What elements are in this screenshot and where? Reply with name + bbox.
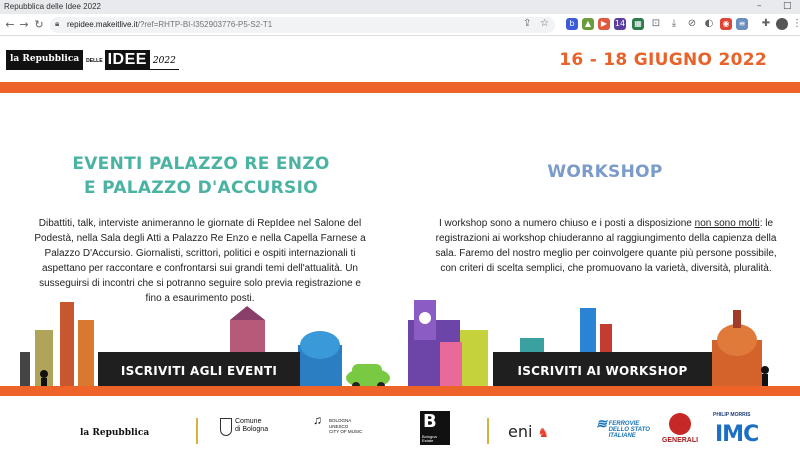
workshop-title: WORKSHOP bbox=[547, 162, 663, 182]
music-note-icon: ♫ bbox=[313, 413, 322, 427]
address-bar[interactable]: 🔒︎ repidee.makeitlive.it/?ref=RHTP-BI-I3… bbox=[50, 17, 555, 33]
event-dates: 16 - 18 GIUGNO 2022 bbox=[559, 50, 767, 70]
extension-icon-8[interactable]: ◐ bbox=[703, 18, 715, 30]
extensions-puzzle-icon[interactable]: ✚ bbox=[760, 18, 772, 30]
profile-avatar-icon[interactable] bbox=[776, 18, 788, 30]
asinelli-tower bbox=[60, 302, 74, 388]
back-icon[interactable]: ← bbox=[4, 18, 16, 31]
extension-icon-5[interactable]: ▦ bbox=[632, 18, 644, 30]
extension-icon-1[interactable]: b bbox=[566, 18, 578, 30]
minimize-icon[interactable]: – bbox=[757, 1, 762, 11]
browser-tab-title[interactable]: Repubblica delle Idee 2022 bbox=[4, 2, 101, 11]
lock-icon[interactable]: 🔒︎ bbox=[55, 19, 59, 29]
logo-brand: la Repubblica bbox=[6, 50, 84, 70]
register-workshop-button[interactable]: ISCRIVITI AI WORKSHOP bbox=[493, 352, 712, 390]
person-silhouette bbox=[40, 370, 48, 378]
extension-icon-4[interactable]: 14 bbox=[614, 18, 626, 30]
logo-year: 2022 bbox=[149, 50, 179, 70]
sponsor-bologna-estate[interactable]: B Bologna Estate bbox=[420, 411, 450, 445]
logo-idee: IDEE bbox=[104, 50, 150, 70]
extension-icon-3[interactable]: ▶ bbox=[598, 18, 610, 30]
extension-icon-6[interactable]: ⊡ bbox=[650, 18, 662, 30]
browser-menu-icon[interactable]: ⋮ bbox=[791, 18, 800, 30]
sponsor-divider-2 bbox=[487, 418, 489, 444]
restore-icon[interactable]: □ bbox=[783, 1, 792, 11]
comune-crest-icon bbox=[220, 418, 232, 436]
extension-icon-9[interactable]: ◉ bbox=[720, 18, 732, 30]
sponsor-divider-1 bbox=[196, 418, 198, 444]
browser-titlebar: Repubblica delle Idee 2022 – □ bbox=[0, 0, 800, 14]
extension-icon-10[interactable]: ≡ bbox=[736, 18, 748, 30]
reload-icon[interactable]: ↻ bbox=[33, 18, 45, 31]
sponsor-repubblica[interactable]: la Repubblica bbox=[80, 428, 149, 438]
generali-lion-icon bbox=[669, 413, 691, 435]
site-header: la Repubblica DELLE IDEE 2022 16 - 18 GI… bbox=[0, 36, 800, 82]
sponsors-row: la Repubblica Comune di Bologna ♫ BOLOGNA… bbox=[0, 396, 800, 451]
forward-icon[interactable]: → bbox=[18, 18, 30, 31]
orange-ground-strip bbox=[0, 386, 800, 396]
browser-toolbar: ← → ↻ 🔒︎ repidee.makeitlive.it/?ref=RHTP… bbox=[0, 14, 800, 36]
register-events-button[interactable]: ISCRIVITI AGLI EVENTI bbox=[98, 352, 300, 390]
fs-logo-icon: ≋ bbox=[596, 416, 607, 431]
workshop-description: I workshop sono a numero chiuso e i post… bbox=[435, 218, 777, 274]
events-title: EVENTI PALAZZO RE ENZO E PALAZZO D'ACCUR… bbox=[36, 152, 366, 200]
sponsor-generali[interactable]: GENERALI bbox=[658, 413, 702, 444]
extension-icon-7[interactable]: ⊘ bbox=[686, 18, 698, 30]
garisenda-tower bbox=[78, 320, 94, 388]
events-title-line1: EVENTI PALAZZO RE ENZO bbox=[72, 154, 330, 174]
sponsor-unesco-city-of-music[interactable]: ♫ BOLOGNA UNESCO CITY OF MUSIC bbox=[313, 413, 362, 435]
six-legged-dog-icon: ♞ bbox=[537, 426, 550, 441]
sponsor-eni[interactable]: eni ♞ bbox=[508, 422, 549, 441]
sponsor-comune-bologna[interactable]: Comune di Bologna bbox=[220, 418, 268, 436]
orange-divider bbox=[0, 82, 800, 93]
runner-silhouette bbox=[761, 366, 769, 374]
download-icon[interactable]: ⤓ bbox=[668, 18, 680, 30]
bookmark-star-icon[interactable]: ☆ bbox=[540, 18, 549, 29]
logo-delle: DELLE bbox=[86, 58, 103, 64]
extension-icon-2[interactable]: ▲ bbox=[582, 18, 594, 30]
repubblica-idee-logo[interactable]: la Repubblica DELLE IDEE 2022 bbox=[6, 50, 179, 70]
sponsor-ferrovie[interactable]: ≋ FERROVIE DELLO STATO ITALIANE bbox=[596, 417, 650, 439]
not-many-link[interactable]: non sono molti bbox=[695, 218, 760, 229]
url-text[interactable]: repidee.makeitlive.it/?ref=RHTP-BI-I3529… bbox=[67, 20, 272, 29]
share-icon[interactable]: ⇪ bbox=[523, 18, 531, 29]
events-title-line2: E PALAZZO D'ACCURSIO bbox=[84, 178, 318, 198]
